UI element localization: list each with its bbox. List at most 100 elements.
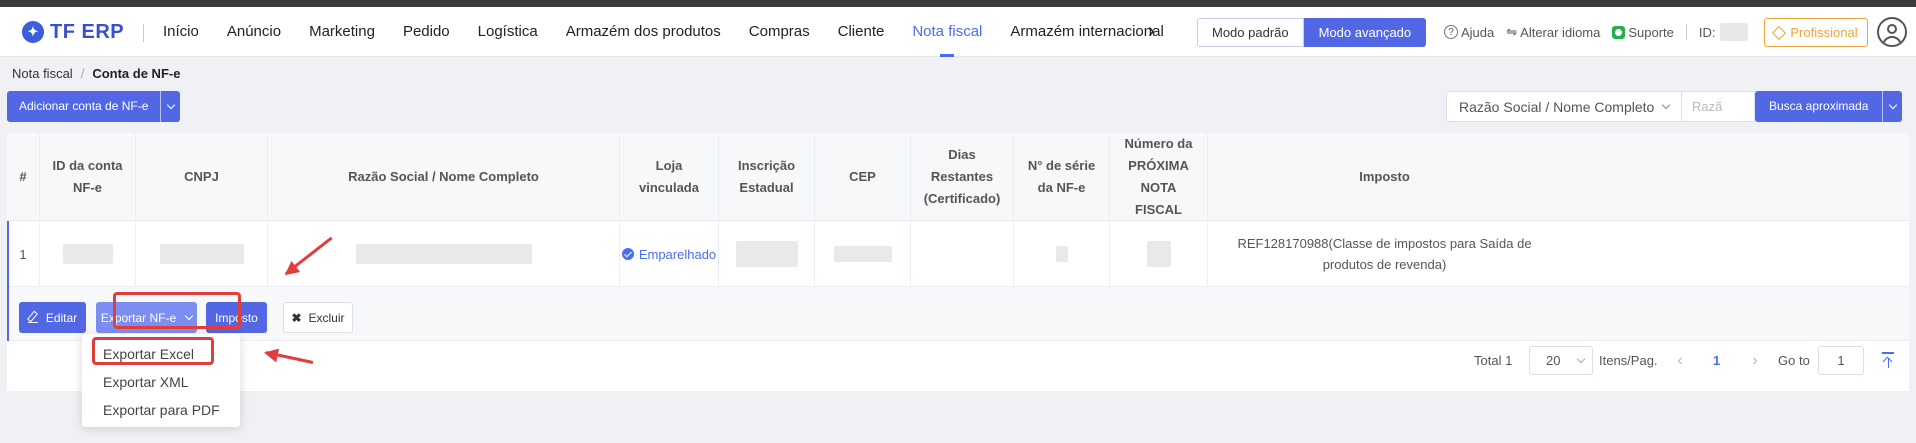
breadcrumb-parent[interactable]: Nota fiscal [12, 66, 73, 81]
search-input[interactable] [1682, 91, 1755, 122]
id-label: ID: [1698, 24, 1716, 40]
chevron-right-icon[interactable]: › [1148, 7, 1155, 57]
per-page-label: Itens/Pag. [1599, 353, 1658, 368]
nav-item-cliente[interactable]: Cliente [838, 7, 885, 57]
page-size-value: 20 [1546, 353, 1561, 368]
cell-cnpj [136, 221, 268, 287]
nav-item-compras[interactable]: Compras [749, 7, 810, 57]
search-group: Razão Social / Nome Completo [1446, 91, 1755, 122]
swap-icon: ⇋ [1506, 24, 1518, 39]
nav-item-logistica[interactable]: Logística [478, 7, 538, 57]
nav-item-inicio[interactable]: Início [163, 7, 199, 57]
nav-item-nota-fiscal[interactable]: Nota fiscal [912, 7, 982, 57]
col-header-index: # [7, 133, 40, 221]
search-button[interactable]: Busca aproximada [1755, 91, 1882, 122]
app-logo[interactable]: ✦ TF ERP [22, 19, 124, 45]
cell-serie [1014, 221, 1110, 287]
col-header-days-remaining: Dias Restantes (Certificado) [911, 133, 1014, 221]
header-utilities: ? Ajuda ⇋ Alterar idioma Suporte ID: [1444, 7, 1760, 57]
window-top-strip [0, 0, 1916, 7]
plan-badge[interactable]: Profissional [1764, 18, 1868, 47]
id-value-redacted [1719, 23, 1748, 41]
redacted-value [159, 244, 244, 264]
cell-index: 1 [7, 221, 40, 287]
col-header-inscricao: Inscrição Estadual [719, 133, 815, 221]
support-label: Suporte [1628, 24, 1674, 40]
user-id: ID: [1699, 23, 1748, 41]
nav-item-armazem-produtos[interactable]: Armazém dos produtos [566, 7, 721, 57]
add-account-button[interactable]: Adicionar conta de NF-e [7, 91, 160, 122]
chevron-down-icon [1576, 354, 1586, 364]
col-header-next-number: Número da PRÓXIMA NOTA FISCAL [1110, 133, 1208, 221]
chat-icon [1612, 25, 1626, 39]
header-divider [1685, 24, 1687, 40]
nav-item-pedido[interactable]: Pedido [403, 7, 450, 57]
plan-label: Profissional [1790, 25, 1858, 40]
col-header-cep: CEP [815, 133, 911, 221]
next-page-icon[interactable]: › [1747, 352, 1763, 370]
top-navbar: ✦ TF ERP Início Anúncio Marketing Pedido… [0, 7, 1916, 57]
user-icon-head [1887, 24, 1897, 34]
edit-label: Editar [45, 310, 78, 325]
logo-icon: ✦ [22, 21, 44, 43]
row-actions: Editar Exportar NF-e Imposto ✖ Excluir [7, 287, 1909, 341]
col-header-account-id: ID da conta NF-e [40, 133, 136, 221]
delete-button[interactable]: ✖ Excluir [283, 302, 353, 333]
check-circle-icon [621, 248, 634, 260]
nav-item-marketing[interactable]: Marketing [309, 7, 375, 57]
avatar[interactable] [1877, 17, 1907, 47]
pagination-total: Total 1 [1474, 353, 1513, 368]
edit-button[interactable]: Editar [19, 302, 86, 333]
help-link[interactable]: ? Ajuda [1444, 25, 1494, 40]
diamond-icon [1772, 25, 1787, 40]
breadcrumb-separator: / [80, 66, 85, 81]
menu-item-export-xml[interactable]: Exportar XML [82, 368, 240, 396]
help-label: Ajuda [1461, 24, 1495, 40]
language-link[interactable]: ⇋ Alterar idioma [1506, 24, 1600, 40]
redacted-value [833, 246, 892, 262]
linked-status-label: Emparelhado [638, 246, 717, 262]
col-header-serie: N° de série da NF-e [1014, 133, 1110, 221]
cell-days-remaining [911, 221, 1014, 287]
page-size-select[interactable]: 20 [1529, 346, 1593, 375]
redacted-value [1055, 246, 1068, 262]
mode-switch: Modo padrão Modo avançado [1197, 18, 1427, 47]
add-account-dropdown[interactable] [160, 91, 180, 122]
col-header-imposto: Imposto [1359, 169, 1410, 184]
nav-item-armazem-internacional[interactable]: Armazém internacional [1010, 7, 1163, 57]
cell-next-number [1110, 221, 1208, 287]
goto-page-input[interactable] [1818, 346, 1864, 375]
chevron-down-icon [1888, 100, 1898, 110]
search-field-value: Razão Social / Nome Completo [1459, 98, 1655, 115]
question-icon: ? [1444, 25, 1458, 39]
menu-item-export-pdf[interactable]: Exportar para PDF [82, 396, 240, 424]
language-label: Alterar idioma [1520, 24, 1601, 40]
nav-divider [143, 24, 144, 42]
breadcrumb: Nota fiscal / Conta de NF-e [12, 66, 180, 81]
col-header-razao-social: Razão Social / Nome Completo [268, 133, 620, 221]
delete-label: Excluir [308, 310, 345, 325]
col-header-cnpj: CNPJ [136, 133, 268, 221]
search-mode-dropdown[interactable] [1882, 91, 1902, 122]
redacted-value [62, 244, 113, 264]
pagination: Total 1 20 Itens/Pag. ‹ 1 › Go to [7, 346, 1909, 378]
user-icon-body [1882, 36, 1902, 45]
chevron-down-icon [166, 100, 176, 110]
close-icon: ✖ [291, 310, 302, 325]
cell-linked-store: Emparelhado [620, 221, 719, 287]
cell-imposto: REF128170988(Classe de impostos para Saí… [1237, 236, 1532, 272]
back-to-top-icon[interactable] [1879, 350, 1897, 370]
redacted-value [735, 241, 798, 267]
redacted-value [355, 244, 532, 264]
mode-standard-button[interactable]: Modo padrão [1197, 18, 1304, 47]
prev-page-icon[interactable]: ‹ [1672, 352, 1688, 370]
table-header: # ID da conta NF-e CNPJ Razão Social / N… [7, 133, 1909, 221]
search-field-select[interactable]: Razão Social / Nome Completo [1446, 91, 1682, 122]
support-link[interactable]: Suporte [1612, 25, 1674, 40]
nav-item-anuncio[interactable]: Anúncio [227, 7, 281, 57]
highlight-export-excel [92, 337, 214, 365]
pencil-icon [27, 313, 38, 323]
mode-advanced-button[interactable]: Modo avançado [1303, 18, 1427, 47]
page-number[interactable]: 1 [1713, 353, 1720, 368]
cell-cep [815, 221, 911, 287]
